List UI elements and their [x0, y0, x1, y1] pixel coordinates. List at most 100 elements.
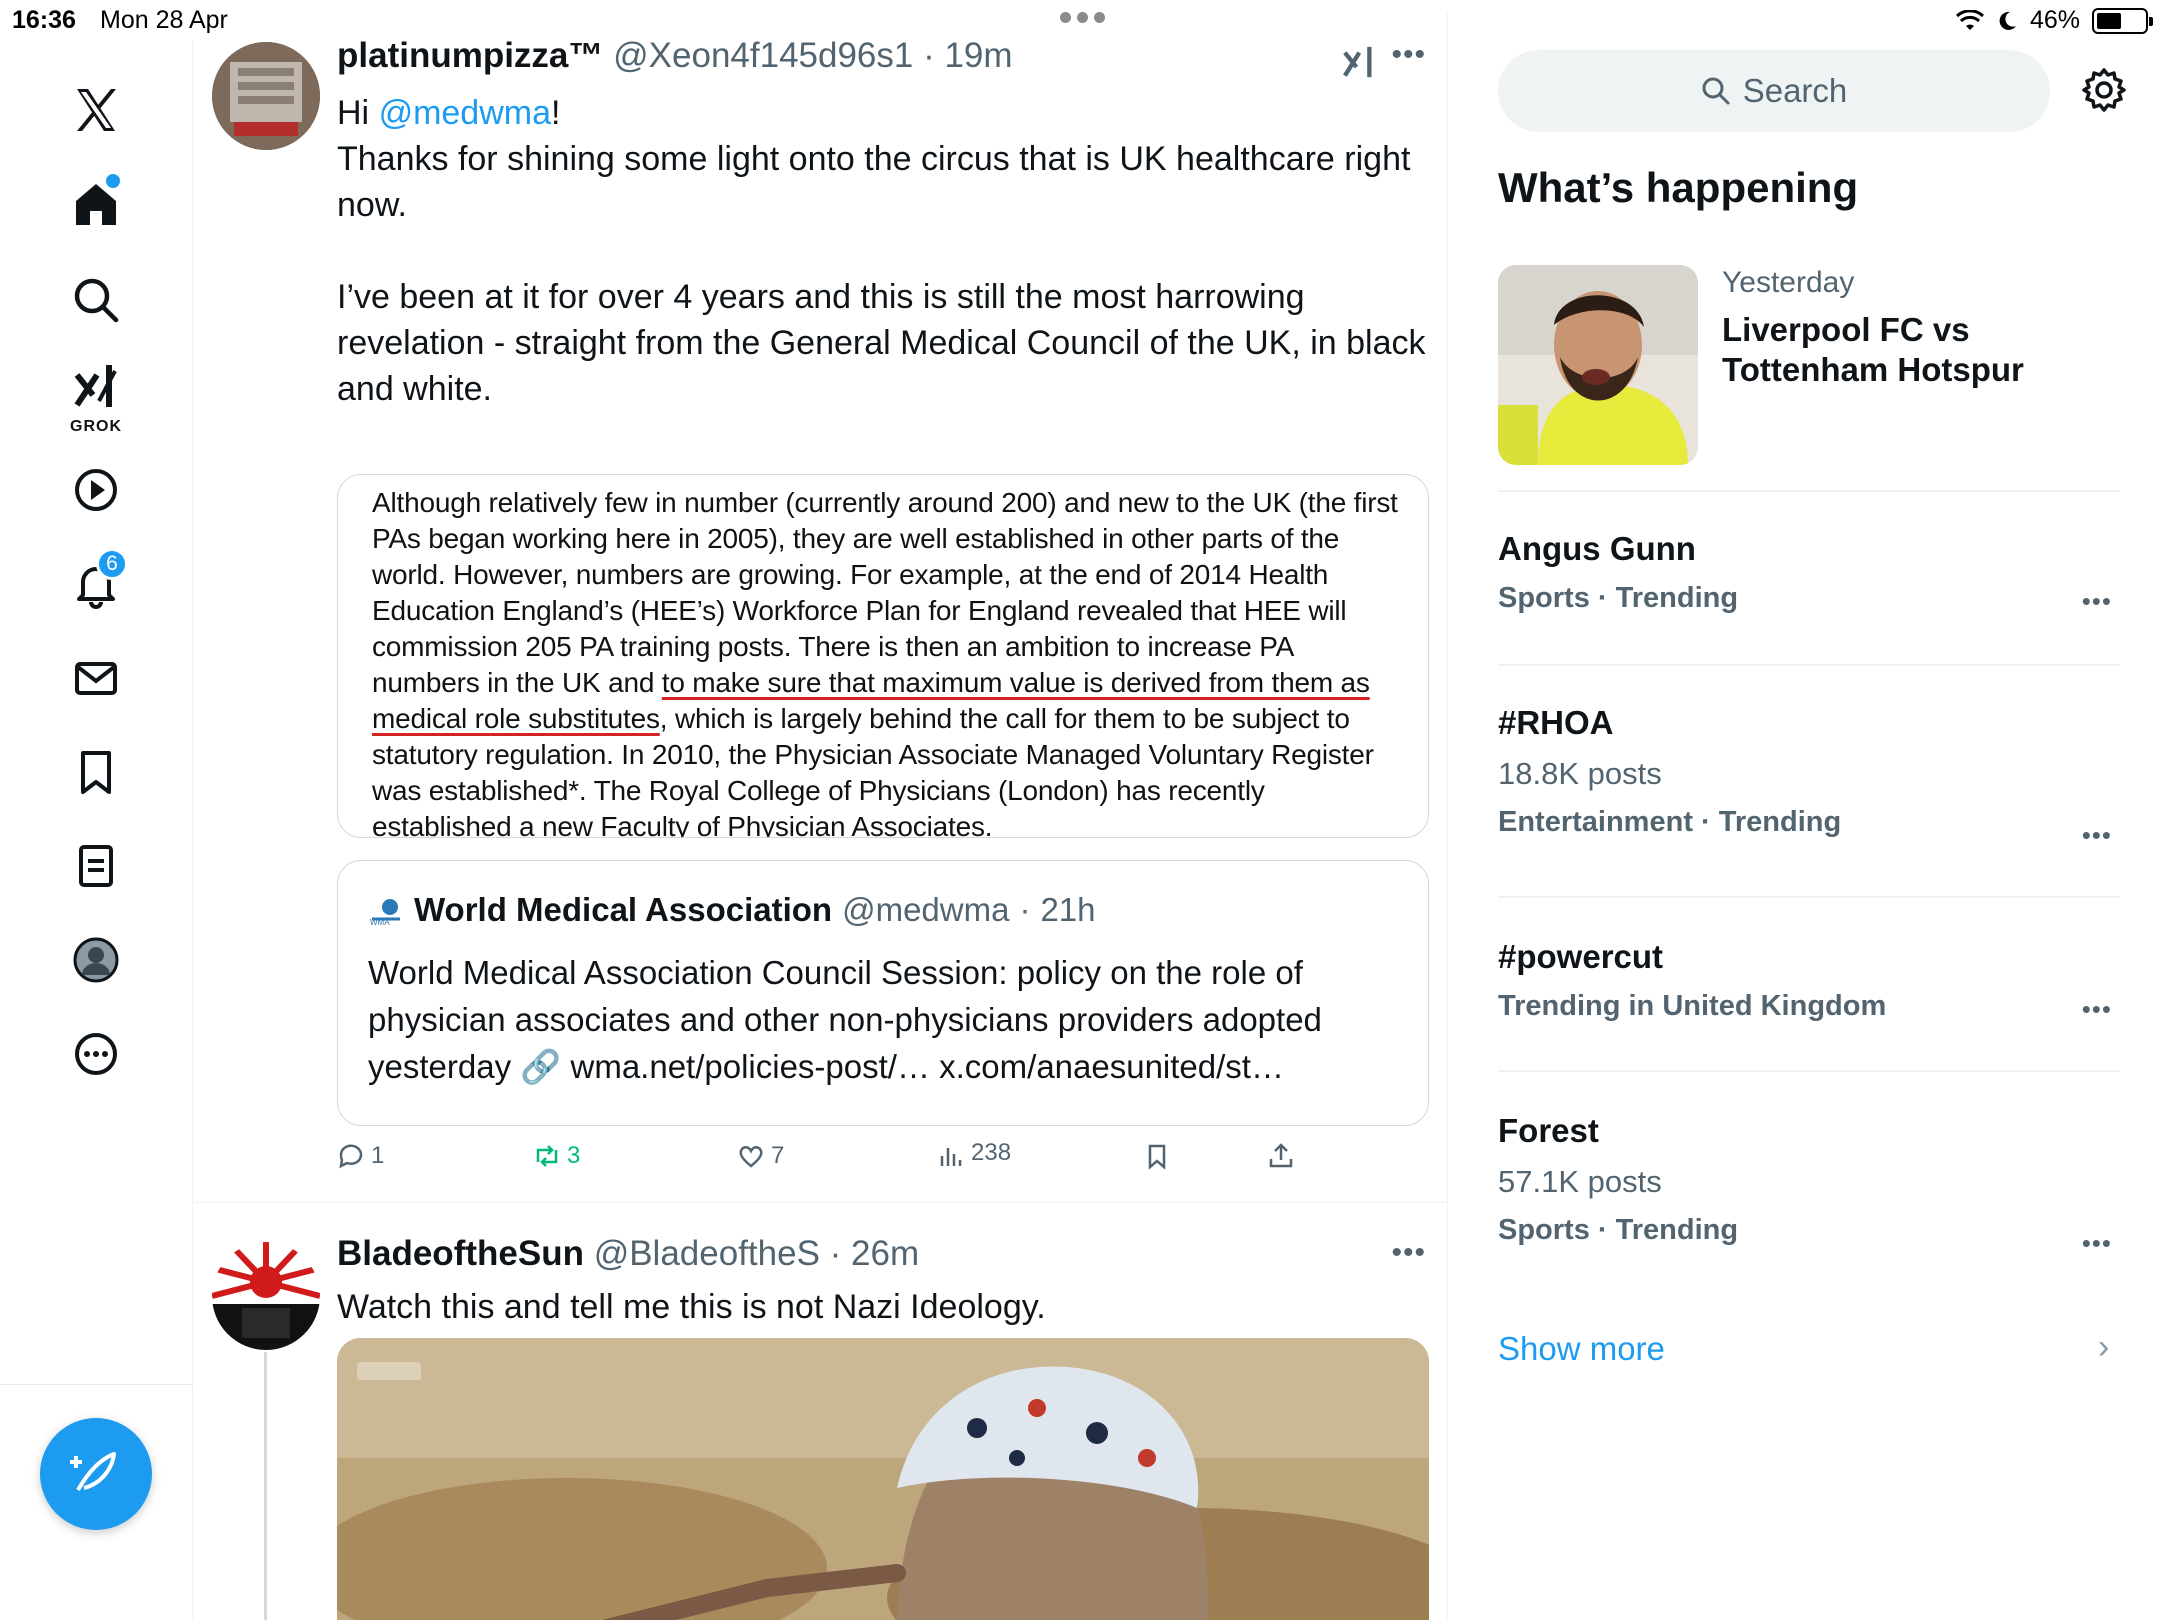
tweet-text: Watch this and tell me this is not Nazi …: [337, 1288, 1046, 1326]
meta-separator: ·: [913, 36, 945, 75]
quote-text: World Medical Association Council Sessio…: [368, 954, 1322, 1085]
tweet-text-body: Thanks for shining some light onto the c…: [337, 140, 1426, 408]
trend-category: Sports · Trending: [1498, 582, 1739, 614]
bookmark-icon: [1148, 1144, 1166, 1170]
views-button[interactable]: 238: [937, 1136, 1011, 1170]
moon-icon: [1999, 11, 2016, 30]
gear-icon[interactable]: [2080, 66, 2128, 114]
heart-icon: [739, 1146, 763, 1168]
share-icon: [1269, 1143, 1293, 1168]
avatar-icon[interactable]: [56, 920, 136, 1000]
nav-divider: [0, 1384, 193, 1385]
trend-count: 18.8K posts: [1498, 756, 1662, 791]
mention-link[interactable]: @medwma: [379, 94, 551, 132]
user-avatar[interactable]: [212, 1242, 320, 1350]
user-avatar[interactable]: [212, 42, 320, 150]
handle[interactable]: @Xeon4f145d96s1: [613, 36, 913, 75]
trend-name: #powercut: [1498, 938, 1664, 975]
more-circle-icon[interactable]: [56, 1014, 136, 1094]
quote-header: WMA World Medical Association @medwma · 21…: [368, 891, 1096, 929]
featured-trend-image[interactable]: [1498, 265, 1698, 465]
meta-separator: ·: [1019, 891, 1031, 928]
display-name[interactable]: BladeoftheSun: [337, 1234, 584, 1273]
more-icon[interactable]: •••: [1391, 38, 1426, 72]
featured-trend-when: Yesterday: [1722, 266, 1855, 299]
timestamp[interactable]: 19m: [944, 36, 1012, 75]
battery-percent: 46%: [2029, 6, 2080, 34]
tweet-video[interactable]: [337, 1338, 1429, 1620]
tweet-image[interactable]: Although relatively few in number (curre…: [337, 474, 1429, 838]
search-icon[interactable]: [56, 260, 136, 340]
more-icon[interactable]: •••: [1391, 1236, 1426, 1270]
bookmark-button[interactable]: [1143, 1142, 1171, 1170]
analytics-icon: [940, 1148, 962, 1166]
search-placeholder: Search: [1742, 72, 1848, 109]
compose-button[interactable]: [40, 1418, 152, 1530]
like-button[interactable]: 7: [737, 1142, 784, 1170]
quote-display-name: World Medical Association: [414, 891, 833, 928]
meta-separator: ·: [819, 1234, 852, 1273]
trend-category: Sports · Trending: [1498, 1214, 1739, 1246]
reply-button[interactable]: 1: [337, 1142, 384, 1170]
reply-icon: [339, 1144, 363, 1169]
grok-label: GROK: [70, 418, 122, 435]
trend-divider: [1498, 1070, 2120, 1072]
wma-logo-icon: WMA: [370, 899, 400, 925]
home-icon[interactable]: [56, 164, 136, 244]
grok-icon[interactable]: GROK: [56, 354, 136, 435]
grok-icon[interactable]: [1342, 44, 1378, 80]
featured-trend-headline[interactable]: Liverpool FC vs Tottenham Hotspur: [1722, 310, 2052, 390]
repost-count: 3: [567, 1142, 581, 1169]
search-input[interactable]: Search: [1498, 50, 2050, 132]
tweet-actions: 1 3 7 238: [337, 1132, 1337, 1192]
share-button[interactable]: [1267, 1142, 1295, 1170]
repost-button[interactable]: 3: [533, 1142, 580, 1170]
show-more-link[interactable]: Show more: [1498, 1330, 1665, 1368]
trend-count: 57.1K posts: [1498, 1164, 1662, 1199]
image-text: Although relatively few in number (curre…: [372, 485, 1406, 837]
trend-divider: [1498, 664, 2120, 666]
play-icon[interactable]: [56, 450, 136, 530]
trend-divider: [1498, 896, 2120, 898]
reply-count: 1: [371, 1142, 385, 1169]
left-nav: GROK 6: [0, 40, 193, 1620]
timestamp[interactable]: 26m: [851, 1234, 919, 1273]
whats-happening-title: What’s happening: [1498, 164, 1859, 211]
more-icon[interactable]: •••: [2082, 586, 2112, 617]
trend-item[interactable]: Forest 57.1K posts Sports · Trending •••: [1498, 1112, 2120, 1258]
tweet-header: BladeoftheSun @BladeoftheS · 26m: [337, 1234, 919, 1274]
battery-icon: [2092, 7, 2153, 34]
view-count: 238: [971, 1139, 1012, 1166]
wifi-icon: [1955, 9, 1984, 30]
x-logo-icon[interactable]: [56, 70, 136, 150]
more-icon[interactable]: •••: [2082, 994, 2112, 1025]
tweet-header: platinumpizza™ @Xeon4f145d96s1 · 19m: [337, 36, 1013, 76]
bookmark-icon[interactable]: [56, 732, 136, 812]
status-time: 16:36: [12, 6, 76, 34]
display-name[interactable]: platinumpizza™: [337, 36, 603, 75]
more-icon[interactable]: •••: [2082, 1228, 2112, 1259]
status-right: 46%: [1955, 6, 2153, 35]
home-notification-dot: [106, 174, 120, 188]
trend-item[interactable]: #powercut Trending in United Kingdom •••: [1498, 938, 2120, 1025]
list-icon[interactable]: [56, 826, 136, 906]
svg-text:WMA: WMA: [370, 918, 390, 925]
search-icon: [1702, 77, 1730, 105]
trend-item[interactable]: Angus Gunn Sports · Trending •••: [1498, 530, 2120, 617]
tweet-text-part: !: [551, 94, 561, 132]
more-icon[interactable]: •••: [2082, 820, 2112, 851]
trend-name: #RHOA: [1498, 704, 1614, 741]
tweet-text: Hi @medwma! Thanks for shining some ligh…: [337, 90, 1427, 412]
repost-icon: [536, 1145, 558, 1167]
trend-item[interactable]: #RHOA 18.8K posts Entertainment · Trendi…: [1498, 704, 2120, 850]
trend-divider: [1498, 490, 2120, 492]
timeline: platinumpizza™ @Xeon4f145d96s1 · 19m •••…: [194, 12, 1448, 1620]
trend-name: Angus Gunn: [1498, 530, 1696, 567]
mail-icon[interactable]: [56, 638, 136, 718]
bell-icon[interactable]: 6: [56, 544, 136, 624]
handle[interactable]: @BladeoftheS: [594, 1234, 820, 1273]
quote-tweet[interactable]: WMA World Medical Association @medwma · 21…: [337, 860, 1429, 1126]
trend-name: Forest: [1498, 1112, 1599, 1149]
chevron-right-icon[interactable]: ›: [2098, 1328, 2109, 1367]
compose-icon: [70, 1452, 116, 1491]
